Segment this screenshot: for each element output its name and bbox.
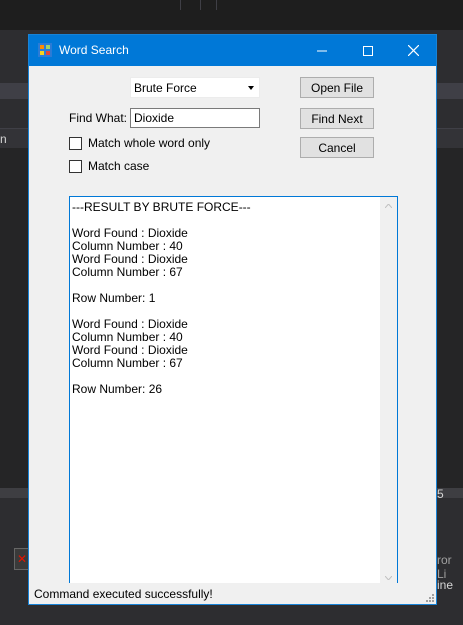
result-textbox[interactable]: ---RESULT BY BRUTE FORCE--- Word Found :…: [69, 196, 398, 587]
result-scrollbar[interactable]: [380, 197, 397, 586]
chevron-down-icon: [248, 86, 254, 90]
resize-grip-icon[interactable]: [424, 592, 434, 602]
chevron-up-icon: [385, 203, 392, 208]
match-case-label[interactable]: Match case: [88, 159, 149, 173]
word-search-window: Word Search Brute Force Find What: Match…: [28, 34, 437, 605]
title-bar[interactable]: Word Search: [29, 35, 436, 66]
close-icon: [407, 45, 419, 56]
result-text: ---RESULT BY BRUTE FORCE--- Word Found :…: [72, 200, 251, 396]
app-icon: [38, 43, 52, 57]
maximize-button[interactable]: [345, 35, 391, 66]
match-whole-word-label[interactable]: Match whole word only: [88, 136, 210, 150]
find-what-label: Find What:: [69, 111, 128, 125]
minimize-icon: [317, 50, 327, 51]
ide-topbar-divider: [216, 0, 217, 10]
scroll-up-button[interactable]: [380, 197, 397, 214]
status-text: Command executed successfully!: [34, 587, 213, 601]
maximize-icon: [363, 45, 373, 56]
match-whole-word-checkbox[interactable]: [69, 137, 82, 150]
cancel-button[interactable]: Cancel: [300, 137, 374, 158]
algorithm-select[interactable]: Brute Force: [130, 77, 260, 98]
find-what-input[interactable]: [130, 108, 260, 128]
ide-topbar-divider: [180, 0, 181, 10]
match-case-checkbox[interactable]: [69, 160, 82, 173]
open-file-button[interactable]: Open File: [300, 77, 374, 98]
ide-error-list-tab[interactable]: ror Li: [437, 553, 463, 581]
ide-topbar-divider: [200, 0, 201, 10]
close-button[interactable]: [390, 35, 436, 66]
ide-line-label: ine: [437, 578, 454, 592]
minimize-button[interactable]: [299, 35, 345, 66]
find-next-button[interactable]: Find Next: [300, 108, 374, 129]
ide-topbar: [0, 0, 463, 30]
algorithm-select-value: Brute Force: [134, 81, 197, 95]
ide-line-number: 5: [437, 487, 444, 501]
chevron-down-icon: [385, 575, 392, 580]
status-bar: Command executed successfully!: [29, 583, 436, 604]
window-title: Word Search: [59, 43, 129, 57]
ide-tab-label[interactable]: n: [0, 132, 7, 146]
